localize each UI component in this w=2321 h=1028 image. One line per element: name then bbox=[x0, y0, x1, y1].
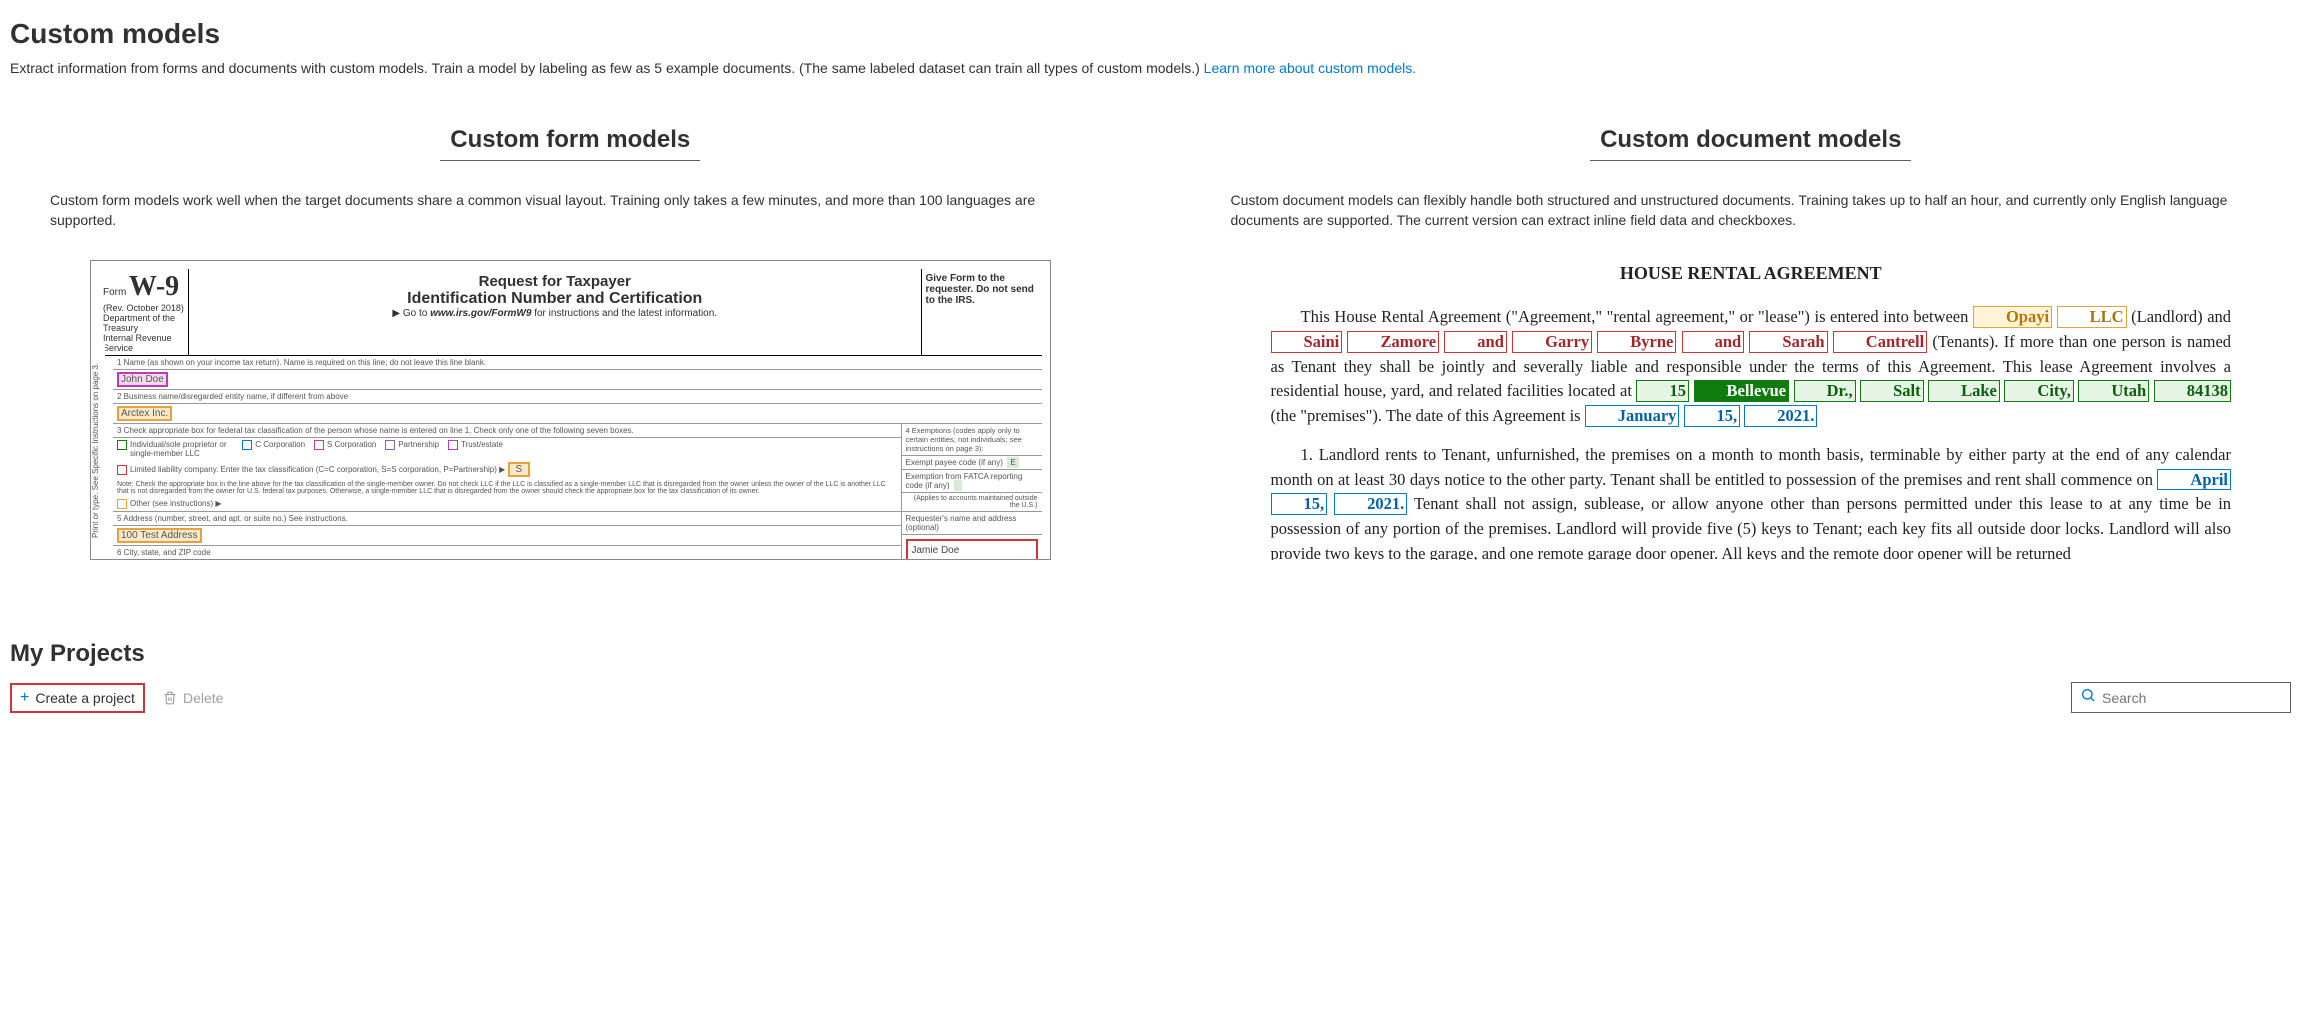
my-projects-heading: My Projects bbox=[10, 640, 2311, 668]
intro-text: Extract information from forms and docum… bbox=[10, 60, 1204, 76]
create-project-button[interactable]: + Create a project bbox=[10, 683, 145, 713]
document-models-column: Custom document models Custom document m… bbox=[1191, 126, 2312, 560]
w9-goto: ▶ Go to www.irs.gov/FormW9 for instructi… bbox=[193, 308, 917, 319]
search-icon bbox=[2080, 687, 2096, 708]
search-box[interactable] bbox=[2071, 682, 2291, 713]
form-models-description: Custom form models work well when the ta… bbox=[10, 191, 1131, 230]
w9-title-1: Request for Taxpayer bbox=[193, 273, 917, 290]
document-models-description: Custom document models can flexibly hand… bbox=[1191, 191, 2312, 230]
w9-give-form: Give Form to the requester. Do not send … bbox=[922, 269, 1042, 355]
delete-label: Delete bbox=[183, 690, 223, 706]
w9-row-1: 1 Name (as shown on your income tax retu… bbox=[113, 356, 1042, 370]
w9-sidebar-text: Print or type. See Specific Instructions… bbox=[91, 341, 105, 559]
w9-business-highlight: Arctex Inc. bbox=[117, 406, 172, 421]
delete-button[interactable]: Delete bbox=[155, 686, 231, 710]
intro-paragraph: Extract information from forms and docum… bbox=[10, 60, 2311, 76]
w9-form-label: Form bbox=[103, 287, 126, 298]
page-title: Custom models bbox=[10, 0, 2311, 60]
document-models-heading: Custom document models bbox=[1590, 126, 1911, 161]
learn-more-link[interactable]: Learn more about custom models. bbox=[1204, 60, 1416, 76]
w9-row-2: 2 Business name/disregarded entity name,… bbox=[113, 390, 1042, 404]
form-models-column: Custom form models Custom form models wo… bbox=[10, 126, 1131, 560]
search-input[interactable] bbox=[2102, 690, 2283, 706]
my-projects-section: My Projects + Create a project Delete bbox=[10, 630, 2311, 713]
plus-icon: + bbox=[20, 689, 29, 707]
w9-dept: Department of the Treasury bbox=[103, 313, 175, 333]
projects-toolbar: + Create a project Delete bbox=[10, 682, 2311, 713]
doc-title: HOUSE RENTAL AGREEMENT bbox=[1271, 260, 2232, 287]
rental-agreement-illustration: HOUSE RENTAL AGREEMENT This House Rental… bbox=[1271, 260, 2232, 560]
w9-title-2: Identification Number and Certification bbox=[193, 290, 917, 308]
create-project-label: Create a project bbox=[35, 690, 135, 706]
w9-address-highlight: 100 Test Address bbox=[117, 528, 202, 543]
form-models-heading: Custom form models bbox=[440, 126, 700, 161]
w9-name-highlight: John Doe bbox=[117, 372, 168, 387]
trash-icon bbox=[163, 691, 177, 705]
doc-paragraph-1: This House Rental Agreement ("Agreement,… bbox=[1271, 305, 2232, 429]
w9-rev: (Rev. October 2018) bbox=[103, 303, 184, 313]
w9-irs: Internal Revenue Service bbox=[103, 333, 172, 353]
w9-requester-box: Jamie Doe bbox=[906, 539, 1038, 560]
w9-form-illustration: Form W-9 (Rev. October 2018) Department … bbox=[90, 260, 1051, 560]
columns-container: Custom form models Custom form models wo… bbox=[10, 126, 2311, 560]
w9-form-number: W-9 bbox=[129, 271, 179, 302]
doc-paragraph-2: 1. Landlord rents to Tenant, unfurnished… bbox=[1271, 443, 2232, 560]
w9-row-3: 3 Check appropriate box for federal tax … bbox=[113, 424, 901, 438]
